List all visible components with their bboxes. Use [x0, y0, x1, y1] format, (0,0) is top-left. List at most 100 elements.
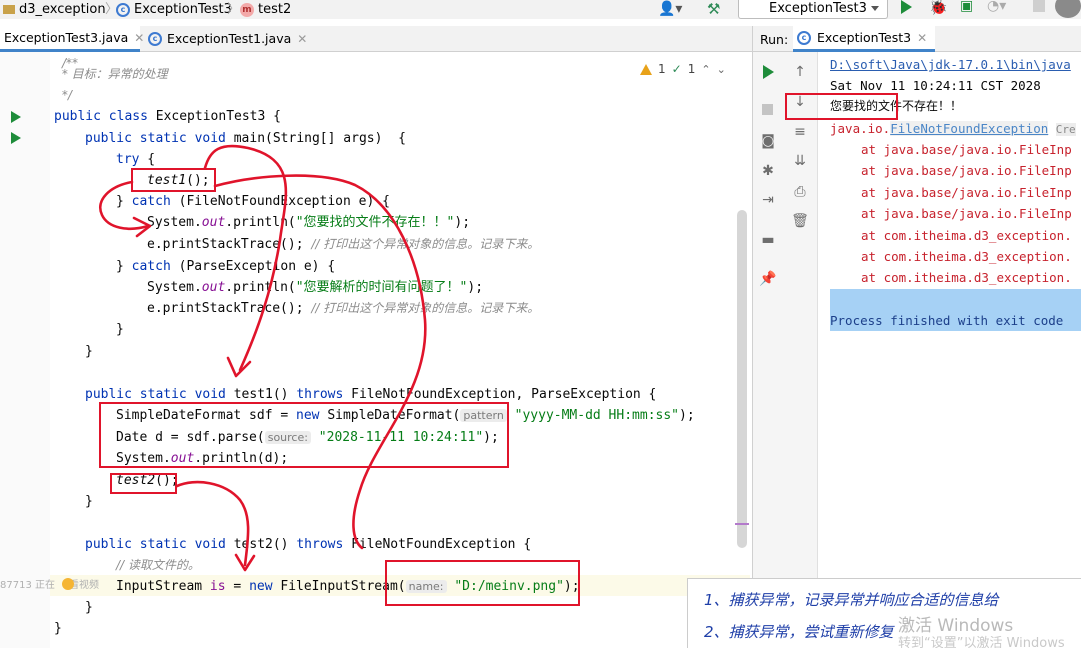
- code-text: }: [54, 621, 62, 636]
- code-text: }: [85, 344, 93, 359]
- breadcrumb-method-label: test2: [258, 1, 292, 17]
- static-field: out: [201, 280, 226, 295]
- stack-trace-line: at com.itheima.d3_exception.: [861, 270, 1072, 285]
- build-hammer-icon[interactable]: ⚒: [707, 0, 720, 18]
- arrow-up-icon[interactable]: ↑: [792, 64, 808, 80]
- code-line: public static void test2() throws FileNo…: [85, 534, 531, 555]
- stack-trace-line: at java.base/java.io.FileInp: [861, 185, 1072, 200]
- run-configuration-label: ExceptionTest3: [769, 1, 867, 16]
- soft-wrap-icon[interactable]: ≡: [792, 124, 808, 140]
- run-label: Run:: [760, 32, 789, 47]
- tab-label: ExceptionTest1.java: [167, 31, 292, 46]
- keyword: throws: [296, 537, 344, 552]
- breadcrumb-class[interactable]: c ExceptionTest3: [116, 0, 232, 19]
- exception-link[interactable]: FileNotFoundException: [890, 121, 1049, 136]
- trash-icon[interactable]: 🗑: [791, 213, 809, 229]
- code-line: // 读取文件的。: [116, 555, 200, 576]
- code-line: }: [54, 618, 62, 639]
- pin-icon[interactable]: 📌: [759, 271, 776, 287]
- keyword: throws: [296, 387, 344, 402]
- method-signature: test2(): [233, 537, 297, 552]
- code-text: System.: [147, 280, 202, 295]
- run-icon[interactable]: [901, 0, 912, 14]
- class-name: ExceptionTest3 {: [155, 109, 281, 124]
- warning-icon: [640, 63, 652, 75]
- camera-icon[interactable]: ◙: [760, 133, 776, 149]
- code-line: System.out.println("您要解析的时间有问题了！");: [147, 277, 483, 298]
- code-text: }: [85, 600, 93, 615]
- code-text: (ParseException e) {: [170, 259, 336, 274]
- close-icon[interactable]: ✕: [134, 25, 144, 51]
- editor-scrollbar[interactable]: [737, 210, 747, 548]
- breadcrumb-method[interactable]: m test2: [240, 0, 291, 19]
- class-icon: c: [148, 32, 162, 46]
- keyword: public class: [54, 109, 156, 124]
- profile-icon[interactable]: ◔▾: [987, 0, 1006, 14]
- inspection-widget[interactable]: 1 ✓ 1 ⌃ ⌄: [640, 62, 726, 76]
- debug-icon[interactable]: ✱: [760, 163, 776, 179]
- run-gutter-icon[interactable]: [11, 111, 21, 123]
- run-panel-header: Run: c ExceptionTest3 ✕: [752, 26, 1081, 52]
- scroll-to-end-icon[interactable]: ⇊: [792, 153, 808, 169]
- static-field: out: [201, 215, 226, 230]
- method-signature: test1(): [233, 387, 297, 402]
- run-tab[interactable]: c ExceptionTest3 ✕: [793, 26, 936, 52]
- run-configuration-select[interactable]: ExceptionTest3: [738, 0, 888, 19]
- code-line: try {: [116, 149, 155, 170]
- code-text: e.printStackTrace();: [147, 237, 312, 252]
- run-gutter-icon[interactable]: [11, 132, 21, 144]
- string-literal: "您要找的文件不存在！！": [295, 215, 455, 230]
- annotation-box: [99, 402, 509, 468]
- layout-icon[interactable]: ▬: [760, 232, 776, 248]
- breadcrumb-class-label: ExceptionTest3: [134, 1, 232, 17]
- console-hint[interactable]: Cre: [1055, 123, 1076, 136]
- folder-icon: [3, 5, 15, 14]
- code-text: InputStream: [116, 579, 210, 594]
- code-text: );: [454, 215, 471, 230]
- tab-exceptiontest3[interactable]: ExceptionTest3.java ✕: [0, 26, 144, 52]
- tab-exceptiontest1[interactable]: c ExceptionTest1.java ✕: [148, 26, 308, 52]
- comment: */: [58, 88, 72, 102]
- stack-trace-line: at java.base/java.io.FileInp: [861, 142, 1072, 157]
- lightbulb-icon[interactable]: [62, 578, 74, 590]
- stop-icon[interactable]: [1033, 0, 1045, 12]
- keyword: try: [116, 152, 140, 167]
- breadcrumb-project[interactable]: d3_exception: [19, 2, 106, 18]
- annotation-box: [385, 560, 580, 606]
- run-tab-label: ExceptionTest3: [817, 30, 912, 45]
- stop-icon[interactable]: [762, 104, 773, 115]
- code-line: } catch (ParseException e) {: [116, 256, 335, 277]
- coverage-icon[interactable]: ▣: [960, 0, 973, 14]
- code-line: public static void main(String[] args) {: [85, 128, 406, 149]
- code-line: System.out.println("您要找的文件不存在！！");: [147, 212, 470, 233]
- code-line: * 目标：异常的处理: [58, 64, 168, 85]
- debug-icon[interactable]: 🐞: [929, 0, 948, 16]
- stack-trace-line: at com.itheima.d3_exception.: [861, 249, 1072, 264]
- chevron-down-icon[interactable]: ⌄: [717, 63, 726, 76]
- keyword: public static void: [85, 131, 234, 146]
- class-icon: c: [116, 2, 130, 17]
- print-icon[interactable]: ⎙: [792, 184, 808, 200]
- close-icon[interactable]: ✕: [297, 26, 307, 52]
- breadcrumb: d3_exception: [3, 0, 106, 19]
- chevron-up-icon[interactable]: ⌃: [701, 63, 710, 76]
- comment: // 读取文件的。: [116, 558, 200, 572]
- string-literal: "您要解析的时间有问题了！": [295, 280, 468, 295]
- exit-icon[interactable]: ⇥: [760, 192, 776, 208]
- code-line: }: [85, 491, 93, 512]
- class-icon: c: [797, 30, 811, 45]
- editor-gutter[interactable]: [0, 52, 50, 648]
- navigation-bar: d3_exception 〉 c ExceptionTest3 〉 m test…: [0, 0, 1081, 19]
- status-text: 87713 正在: [0, 580, 55, 591]
- editor-tab-bar: ExceptionTest3.java ✕ c ExceptionTest1.j…: [0, 26, 752, 52]
- rerun-icon[interactable]: [763, 65, 774, 79]
- user-icon[interactable]: 👤▾: [658, 1, 682, 17]
- console-exception-line: java.io.FileNotFoundException Cre: [830, 118, 1076, 139]
- console-command-link[interactable]: D:\soft\Java\jdk-17.0.1\bin\java: [830, 54, 1071, 75]
- keyword: catch: [131, 259, 171, 274]
- close-icon[interactable]: ✕: [917, 31, 927, 45]
- method-icon: m: [240, 2, 254, 17]
- code-line: */: [58, 85, 72, 106]
- chevron-down-icon: [871, 6, 879, 11]
- scrollbar-marker: [735, 523, 749, 525]
